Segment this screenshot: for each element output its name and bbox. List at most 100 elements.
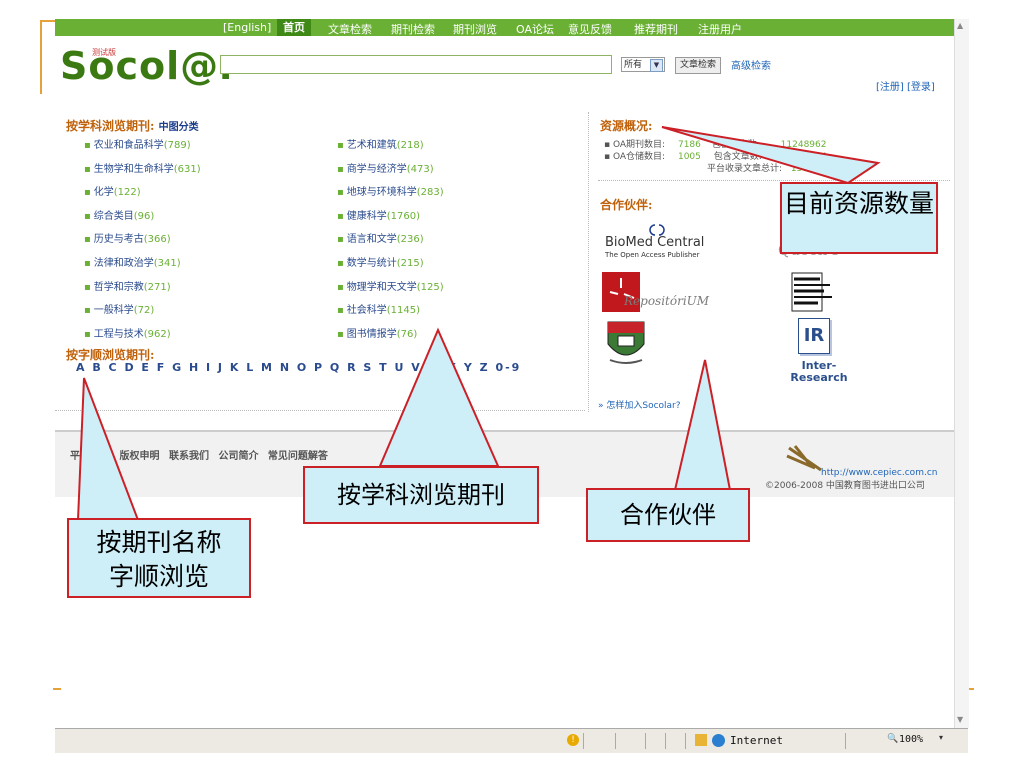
divider <box>583 733 584 749</box>
subject-count: (72) <box>133 305 155 317</box>
nav-oa-forum-link[interactable]: OA论坛 <box>516 21 554 37</box>
subject-browse-title: 按学科浏览期刊: 中图分类 <box>66 119 199 133</box>
scope-select[interactable]: 所有 ▼ <box>621 57 665 72</box>
repositorium-logo[interactable]: RepositóriUM <box>602 272 732 312</box>
zoom-dropdown-icon[interactable]: ▾ <box>939 733 943 742</box>
subject-link[interactable]: ▪ 健康科学(1760) <box>337 207 420 222</box>
slide-corner-decoration <box>40 20 42 94</box>
search-input[interactable] <box>220 55 612 74</box>
subject-count: (631) <box>173 163 201 175</box>
globe-icon <box>712 734 725 747</box>
biomed-central-tagline: The Open Access Publisher <box>605 251 700 259</box>
annotation-pointers <box>76 126 881 521</box>
subject-count: (1145) <box>386 305 421 317</box>
inter-research-logo[interactable]: IR Inter-Research <box>780 318 860 390</box>
subject-count: (283) <box>416 187 444 199</box>
subject-link[interactable]: ▪ 历史与考古(366) <box>84 230 171 245</box>
vertical-scrollbar[interactable]: ▲ ▼ <box>954 19 969 728</box>
repositorium-name: RepositóriUM <box>624 294 710 308</box>
nav-english-link[interactable]: [English] <box>223 21 271 34</box>
subject-link[interactable]: ▪ 法律和政治学(341) <box>84 254 181 269</box>
slide-dash-decoration <box>53 688 61 690</box>
subject-count: (218) <box>396 140 424 151</box>
barcode-journal-logo[interactable] <box>790 271 836 315</box>
resources-title: 资源概况: <box>600 119 653 133</box>
cepiec-logo-icon <box>786 445 822 472</box>
alpha-letter-links[interactable]: A B C D E F G H I J K L M N O P Q R S T … <box>76 361 521 374</box>
register-login-links[interactable]: [注册] [登录] <box>876 78 935 93</box>
nav-journal-search-link[interactable]: 期刊检索 <box>391 21 435 37</box>
footer-copyright: ©2006-2008 中国教育图书进出口公司 <box>765 481 925 491</box>
subject-link[interactable]: ▪ 物理学和天文学(125) <box>337 278 444 293</box>
subject-name: 健康科学 <box>346 210 387 222</box>
nav-recommend-link[interactable]: 推荐期刊 <box>634 21 678 37</box>
socolar-logo[interactable]: Socol@r <box>60 44 239 88</box>
subject-name: 历史与考古 <box>93 234 144 246</box>
bullet-icon: ▪ <box>84 187 91 199</box>
how-to-join-link[interactable]: » 怎样加入Socolar? <box>598 398 681 411</box>
subject-count: (236) <box>396 234 424 246</box>
divider <box>845 733 846 749</box>
security-icon[interactable] <box>695 734 707 746</box>
bullet-icon: ▪ <box>337 140 344 151</box>
inter-research-ir-mark: IR <box>798 318 830 354</box>
divider <box>685 733 686 749</box>
subject-count: (1760) <box>386 210 421 222</box>
subject-count: (96) <box>133 210 155 222</box>
divider <box>55 410 585 411</box>
subject-link[interactable]: ▪ 地球与环境科学(283) <box>337 183 444 198</box>
subject-name: 农业和食品科学 <box>93 140 164 151</box>
bullet-icon: ▪ <box>337 210 344 222</box>
subject-name: 化学 <box>93 187 114 199</box>
subject-classification-link[interactable]: 中图分类 <box>159 122 199 133</box>
advanced-search-link[interactable]: 高级检索 <box>731 57 771 72</box>
hku-crest-logo[interactable] <box>604 320 648 368</box>
scroll-up-icon[interactable]: ▲ <box>957 21 963 30</box>
subject-count: (341) <box>153 258 181 269</box>
article-search-button[interactable]: 文章检索 <box>675 57 722 74</box>
chevron-down-icon[interactable]: ▼ <box>650 59 663 72</box>
bullet-icon: ▪ <box>84 305 91 317</box>
divider <box>645 733 646 749</box>
subject-link[interactable]: ▪ 农业和食品科学(789) <box>84 136 191 151</box>
subject-count: (76) <box>396 328 418 340</box>
university-crest-graphic <box>607 321 645 364</box>
subject-link[interactable]: ▪ 工程与技术(962) <box>84 325 171 340</box>
bullet-icon: ▪ <box>84 234 91 246</box>
subject-count: (366) <box>143 234 171 246</box>
nav-article-search-link[interactable]: 文章检索 <box>328 21 372 37</box>
biomed-central-logo[interactable]: BioMed Central The Open Access Publisher <box>605 222 715 262</box>
subject-link[interactable]: ▪ 图书情报学(76) <box>337 325 417 340</box>
subject-count: (122) <box>113 187 141 199</box>
nav-journal-browse-link[interactable]: 期刊浏览 <box>453 21 497 37</box>
scope-select-value: 所有 <box>624 60 643 70</box>
nav-home-link[interactable]: 首页 <box>277 19 311 36</box>
subject-name: 工程与技术 <box>93 328 144 340</box>
warning-icon[interactable]: ! <box>567 734 579 746</box>
scroll-down-icon[interactable]: ▼ <box>957 715 963 724</box>
bullet-icon: ▪ <box>84 281 91 293</box>
subject-link[interactable]: ▪ 语言和文学(236) <box>337 230 424 245</box>
nav-register-link[interactable]: 注册用户 <box>698 21 742 37</box>
bullet-icon: ▪ <box>337 234 344 246</box>
subject-name: 社会科学 <box>346 305 387 317</box>
slide-corner-decoration <box>40 20 56 22</box>
subject-link[interactable]: ▪ 商学与经济学(473) <box>337 160 434 175</box>
zoom-icon: 🔍 <box>887 734 899 744</box>
footer-links[interactable]: 平台简介 版权申明 联系我们 公司简介 常见问题解答 <box>70 447 328 462</box>
subject-link[interactable]: ▪ 化学(122) <box>84 183 141 198</box>
subject-link[interactable]: ▪ 社会科学(1145) <box>337 301 420 316</box>
subject-name: 数学与统计 <box>346 258 397 269</box>
divider <box>615 733 616 749</box>
subject-link[interactable]: ▪ 生物学和生命科学(631) <box>84 160 201 175</box>
zoom-level[interactable]: 100% <box>899 734 923 745</box>
subject-link[interactable]: ▪ 数学与统计(215) <box>337 254 424 269</box>
inter-research-name: Inter-Research <box>790 359 848 384</box>
nav-feedback-link[interactable]: 意见反馈 <box>568 21 612 37</box>
footer-url-link[interactable]: http://www.cepiec.com.cn <box>821 468 937 478</box>
subject-link[interactable]: ▪ 综合类目(96) <box>84 207 154 222</box>
subject-link[interactable]: ▪ 一般科学(72) <box>84 301 154 316</box>
callout-subject-browse: 按学科浏览期刊 <box>303 466 539 524</box>
subject-link[interactable]: ▪ 艺术和建筑(218) <box>337 136 424 151</box>
subject-link[interactable]: ▪ 哲学和宗教(271) <box>84 278 171 293</box>
